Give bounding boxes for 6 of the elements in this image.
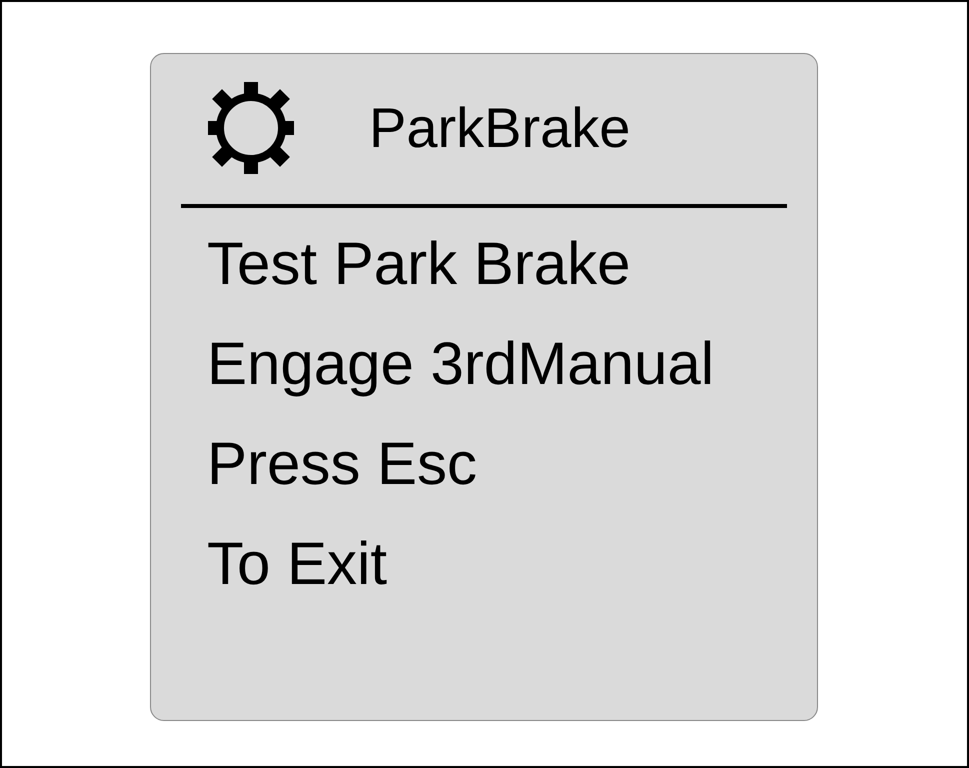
display-line: Press Esc bbox=[207, 429, 478, 499]
display-line: Test Park Brake bbox=[207, 229, 630, 299]
gear-icon bbox=[208, 82, 294, 174]
display-line: Engage 3rdManual bbox=[207, 329, 714, 399]
display-line: To Exit bbox=[207, 529, 388, 599]
screen-title: ParkBrake bbox=[369, 100, 630, 156]
